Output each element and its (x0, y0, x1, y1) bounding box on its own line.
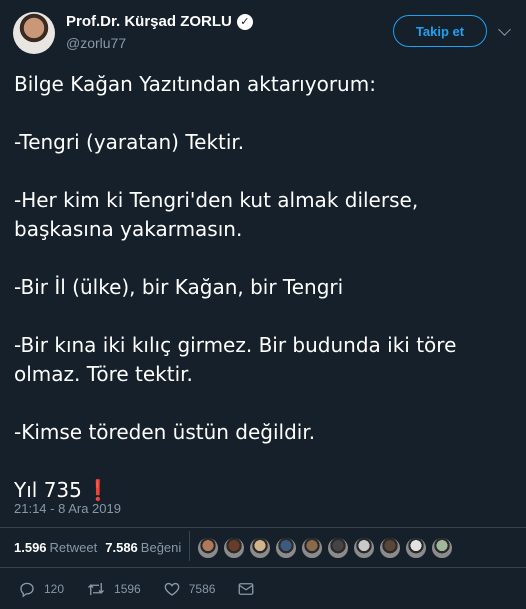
author-name-row: Prof.Dr. Kürşad ZORLU ✓ (66, 13, 253, 30)
retweet-icon (88, 583, 105, 595)
divider (0, 527, 526, 528)
retweet-count: 1.596 (14, 540, 47, 555)
reply-count: 120 (44, 582, 65, 596)
tweet-year-text: Yıl 735 (14, 478, 82, 502)
liker-avatar[interactable] (379, 537, 401, 559)
like-count-stat[interactable]: 7.586 Beğeni (105, 540, 181, 555)
tweet-line-gap (14, 99, 514, 128)
divider (0, 567, 526, 568)
author-handle[interactable]: @zorlu77 (66, 35, 253, 51)
liker-avatar[interactable] (327, 537, 349, 559)
tweet-line: -Tengri (yaratan) Tektir. (14, 130, 245, 154)
tweet-line: -Bir İl (ülke), bir Kağan, bir Tengri (14, 275, 344, 299)
liker-avatar[interactable] (353, 537, 375, 559)
liker-avatar[interactable] (223, 537, 245, 559)
tweet-line-gap (14, 244, 514, 273)
liker-avatar[interactable] (197, 537, 219, 559)
verified-badge-icon: ✓ (236, 13, 253, 30)
envelope-icon (239, 583, 254, 595)
liker-avatar[interactable] (275, 537, 297, 559)
author-name[interactable]: Prof.Dr. Kürşad ZORLU (66, 13, 232, 30)
tweet-actions: 120 1596 7586 (18, 580, 285, 598)
like-count: 7.586 (105, 540, 138, 555)
tweet-line: Bilge Kağan Yazıtından aktarıyorum: (14, 72, 376, 96)
retweet-action-count: 1596 (114, 582, 141, 596)
reply-button[interactable]: 120 (18, 580, 64, 598)
tweet-timestamp[interactable]: 21:14 - 8 Ara 2019 (14, 501, 121, 516)
chevron-down-icon[interactable] (498, 23, 511, 36)
tweet-card: Prof.Dr. Kürşad ZORLU ✓ @zorlu77 Takip e… (0, 0, 526, 609)
retweet-count-stat[interactable]: 1.596 Retweet (14, 540, 97, 555)
reply-icon (20, 582, 34, 598)
liker-avatar[interactable] (431, 537, 453, 559)
tweet-line: -Kimse töreden üstün değildir. (14, 420, 316, 444)
heart-icon (164, 582, 180, 596)
retweet-button[interactable]: 1596 (86, 580, 141, 598)
tweet-line-gap (14, 389, 514, 418)
liker-avatar[interactable] (405, 537, 427, 559)
author-avatar[interactable] (13, 12, 55, 54)
author-info: Prof.Dr. Kürşad ZORLU ✓ @zorlu77 (66, 13, 253, 51)
tweet-line-gap (14, 157, 514, 186)
follow-button[interactable]: Takip et (393, 15, 487, 47)
like-label: Beğeni (140, 540, 182, 555)
exclamation-icon: ❗ (85, 478, 111, 502)
tweet-line: başkasına yakarmasın. (14, 217, 243, 241)
like-action-count: 7586 (188, 582, 216, 596)
like-button[interactable]: 7586 (163, 580, 216, 598)
liker-avatar[interactable] (249, 537, 271, 559)
tweet-line: -Her kim ki Tengri'den kut almak dilerse… (14, 188, 419, 212)
liker-avatars (197, 537, 457, 559)
tweet-line: -Bir kına iki kılıç girmez. Bir budunda … (14, 333, 457, 357)
retweet-label: Retweet (49, 540, 98, 555)
message-button[interactable] (237, 580, 263, 598)
tweet-stats: 1.596 Retweet 7.586 Beğeni (14, 540, 189, 555)
tweet-line-gap (14, 302, 514, 331)
tweet-text: Bilge Kağan Yazıtından aktarıyorum: -Teng… (14, 70, 514, 505)
tweet-line: olmaz. Töre tektir. (14, 362, 193, 386)
liker-avatar[interactable] (301, 537, 323, 559)
stats-separator (189, 531, 190, 561)
tweet-line-gap (14, 447, 514, 476)
